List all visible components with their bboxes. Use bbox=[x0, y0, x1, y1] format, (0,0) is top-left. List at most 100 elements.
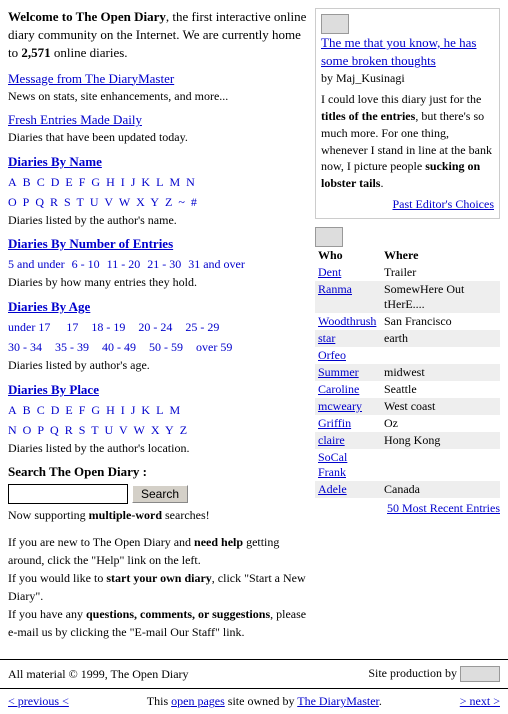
num-11-20[interactable]: 11 - 20 bbox=[107, 257, 141, 271]
age-25-29[interactable]: 25 - 29 bbox=[179, 320, 219, 334]
place-m[interactable]: M bbox=[169, 403, 180, 417]
place-h[interactable]: H bbox=[106, 403, 115, 417]
alpha-f[interactable]: F bbox=[79, 175, 86, 189]
user-link[interactable]: Orfeo bbox=[318, 348, 346, 362]
user-link[interactable]: Caroline bbox=[318, 382, 359, 396]
age-under17[interactable]: under 17 bbox=[8, 320, 50, 334]
age-30-34[interactable]: 30 - 34 bbox=[8, 340, 42, 354]
most-recent-link[interactable]: 50 Most Recent Entries bbox=[387, 501, 500, 515]
place-l[interactable]: L bbox=[156, 403, 163, 417]
nav-center: This open pages site owned by The DiaryM… bbox=[147, 694, 382, 709]
num-21-30[interactable]: 21 - 30 bbox=[147, 257, 181, 271]
alpha-r[interactable]: R bbox=[50, 195, 58, 209]
diary-master-link[interactable]: The DiaryMaster bbox=[297, 694, 379, 708]
alpha-s[interactable]: S bbox=[64, 195, 71, 209]
place-v[interactable]: V bbox=[119, 423, 128, 437]
search-button[interactable]: Search bbox=[132, 485, 188, 503]
age-17[interactable]: 17 bbox=[57, 320, 78, 334]
age-35-39[interactable]: 35 - 39 bbox=[49, 340, 89, 354]
alpha-v[interactable]: V bbox=[104, 195, 113, 209]
alpha-w[interactable]: W bbox=[119, 195, 130, 209]
alpha-p[interactable]: P bbox=[23, 195, 30, 209]
place-i[interactable]: I bbox=[121, 403, 125, 417]
place-u[interactable]: U bbox=[105, 423, 114, 437]
by-place-header[interactable]: Diaries By Place bbox=[8, 382, 307, 398]
alpha-hash[interactable]: # bbox=[191, 195, 197, 209]
alpha-z[interactable]: Z bbox=[165, 195, 172, 209]
user-link[interactable]: claire bbox=[318, 433, 345, 447]
place-a[interactable]: A bbox=[8, 403, 17, 417]
age-18-19[interactable]: 18 - 19 bbox=[85, 320, 125, 334]
place-w[interactable]: W bbox=[133, 423, 144, 437]
by-number-header[interactable]: Diaries By Number of Entries bbox=[8, 236, 307, 252]
alpha-b[interactable]: B bbox=[23, 175, 31, 189]
alpha-c[interactable]: C bbox=[37, 175, 45, 189]
prev-link[interactable]: < previous < bbox=[8, 694, 69, 709]
open-pages-link[interactable]: open pages bbox=[171, 694, 225, 708]
past-choices-link[interactable]: Past Editor's Choices bbox=[393, 197, 495, 211]
alpha-a[interactable]: A bbox=[8, 175, 17, 189]
alpha-u[interactable]: U bbox=[90, 195, 99, 209]
search-input[interactable] bbox=[8, 484, 128, 504]
alpha-y[interactable]: Y bbox=[150, 195, 159, 209]
alpha-tilde[interactable]: ~ bbox=[178, 195, 185, 209]
alpha-k[interactable]: K bbox=[141, 175, 150, 189]
user-link[interactable]: star bbox=[318, 331, 335, 345]
alpha-d[interactable]: D bbox=[51, 175, 60, 189]
num-6-10[interactable]: 6 - 10 bbox=[72, 257, 100, 271]
alpha-n[interactable]: N bbox=[186, 175, 195, 189]
alpha-t[interactable]: T bbox=[77, 195, 84, 209]
alpha-q[interactable]: Q bbox=[35, 195, 44, 209]
age-40-49[interactable]: 40 - 49 bbox=[96, 340, 136, 354]
user-where: earth bbox=[381, 330, 500, 347]
age-20-24[interactable]: 20 - 24 bbox=[132, 320, 172, 334]
online-table: Who Where DentTrailerRanmaSomewHere Out … bbox=[315, 247, 500, 498]
place-b[interactable]: B bbox=[23, 403, 31, 417]
age-over59[interactable]: over 59 bbox=[190, 340, 232, 354]
user-link[interactable]: Ranma bbox=[318, 282, 352, 296]
alpha-j[interactable]: J bbox=[131, 175, 136, 189]
user-link[interactable]: Woodthrush bbox=[318, 314, 376, 328]
place-y[interactable]: Y bbox=[165, 423, 174, 437]
place-d[interactable]: D bbox=[51, 403, 60, 417]
alpha-h[interactable]: H bbox=[106, 175, 115, 189]
user-link[interactable]: mcweary bbox=[318, 399, 362, 413]
num-5under[interactable]: 5 and under bbox=[8, 257, 65, 271]
place-r[interactable]: R bbox=[65, 423, 73, 437]
alpha-o[interactable]: O bbox=[8, 195, 17, 209]
place-o[interactable]: O bbox=[23, 423, 32, 437]
place-p[interactable]: P bbox=[37, 423, 44, 437]
place-c[interactable]: C bbox=[37, 403, 45, 417]
alpha-g[interactable]: G bbox=[91, 175, 100, 189]
featured-diary-link[interactable]: The me that you know, he has some broken… bbox=[321, 35, 476, 68]
place-n[interactable]: N bbox=[8, 423, 17, 437]
user-link[interactable]: Summer bbox=[318, 365, 359, 379]
by-name-header[interactable]: Diaries By Name bbox=[8, 154, 307, 170]
user-link[interactable]: Dent bbox=[318, 265, 341, 279]
place-j[interactable]: J bbox=[131, 403, 136, 417]
by-age-header[interactable]: Diaries By Age bbox=[8, 299, 307, 315]
place-e[interactable]: E bbox=[65, 403, 72, 417]
num-31over[interactable]: 31 and over bbox=[188, 257, 245, 271]
alpha-x[interactable]: X bbox=[136, 195, 145, 209]
message-link[interactable]: Message from The DiaryMaster bbox=[8, 71, 307, 87]
next-link[interactable]: > next > bbox=[460, 694, 500, 709]
user-link[interactable]: Griffin bbox=[318, 416, 351, 430]
place-t[interactable]: T bbox=[91, 423, 98, 437]
alpha-i[interactable]: I bbox=[121, 175, 125, 189]
user-link[interactable]: SoCal Frank bbox=[318, 450, 347, 479]
alpha-m[interactable]: M bbox=[169, 175, 180, 189]
alpha-l[interactable]: L bbox=[156, 175, 163, 189]
place-k[interactable]: K bbox=[141, 403, 150, 417]
place-g[interactable]: G bbox=[91, 403, 100, 417]
fresh-entries-link[interactable]: Fresh Entries Made Daily bbox=[8, 112, 307, 128]
place-q[interactable]: Q bbox=[50, 423, 59, 437]
col-who: Who bbox=[315, 247, 381, 264]
place-x[interactable]: X bbox=[151, 423, 160, 437]
place-z[interactable]: Z bbox=[180, 423, 187, 437]
place-f[interactable]: F bbox=[79, 403, 86, 417]
age-50-59[interactable]: 50 - 59 bbox=[143, 340, 183, 354]
user-link[interactable]: Adele bbox=[318, 482, 347, 496]
alpha-e[interactable]: E bbox=[65, 175, 72, 189]
place-s[interactable]: S bbox=[79, 423, 86, 437]
